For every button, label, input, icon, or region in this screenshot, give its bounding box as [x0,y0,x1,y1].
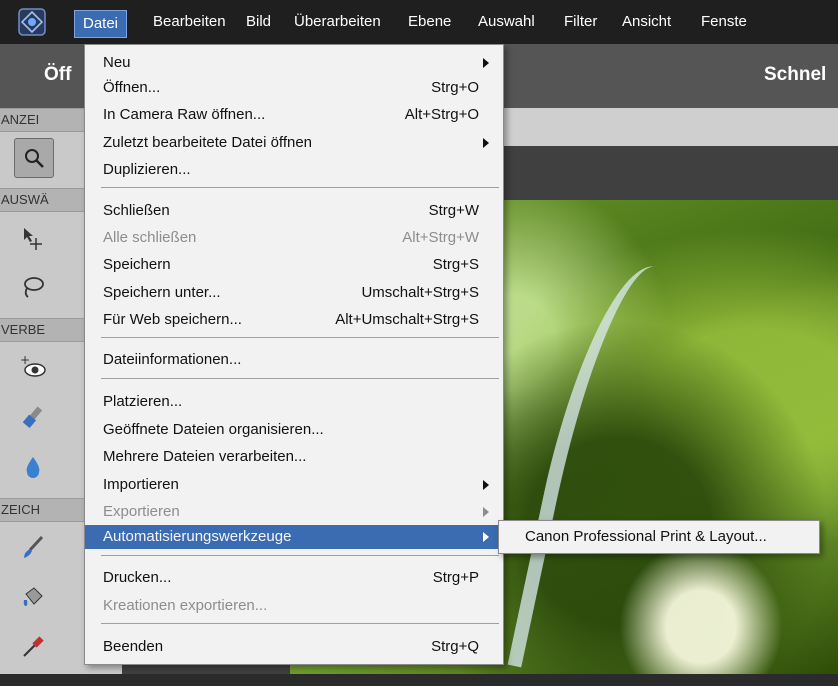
paintbrush-icon[interactable] [14,528,52,566]
menu-item-dateiinformationen[interactable]: Dateiinformationen... [85,348,503,372]
menu-item-alle-schliessen[interactable]: Alle schließen Alt+Strg+W [85,226,503,250]
menu-item-label: Schließen [103,202,170,219]
menu-item-shortcut: Alt+Strg+W [402,229,479,246]
menu-item-drucken[interactable]: Drucken... Strg+P [85,566,503,590]
menu-item-organisieren[interactable]: Geöffnete Dateien organisieren... [85,418,503,442]
menu-item-shortcut: Strg+Q [431,638,479,655]
menu-item-zuletzt[interactable]: Zuletzt bearbeitete Datei öffnen [85,131,503,155]
menu-item-fuer-web[interactable]: Für Web speichern... Alt+Umschalt+Strg+S [85,308,503,332]
menu-item-schliessen[interactable]: Schließen Strg+W [85,199,503,223]
automation-submenu: Canon Professional Print & Layout... [498,520,820,554]
menu-separator [101,623,499,624]
menu-item-label: Geöffnete Dateien organisieren... [103,421,324,438]
menu-item-label: Kreationen exportieren... [103,597,268,614]
menu-filter[interactable]: Filter [556,0,605,44]
menu-item-label: Speichern unter... [103,284,221,301]
menu-separator [101,187,499,188]
menu-item-label: Neu [103,54,131,71]
move-icon[interactable] [14,220,52,258]
menu-item-shortcut: Strg+S [432,256,479,273]
menu-item-shortcut: Strg+W [428,202,479,219]
app-logo-icon[interactable] [18,8,46,36]
submenu-arrow-icon [483,507,489,517]
menu-item-label: Duplizieren... [103,161,191,178]
drop-icon[interactable] [14,448,52,486]
menu-item-label: Importieren [103,476,179,493]
menu-item-platzieren[interactable]: Platzieren... [85,390,503,414]
submenu-arrow-icon [483,58,489,68]
menu-ebene[interactable]: Ebene [400,0,459,44]
open-button-label[interactable]: Öff [44,64,71,86]
menu-item-label: Exportieren [103,503,180,520]
menu-separator [101,337,499,338]
menu-item-oeffnen[interactable]: Öffnen... Strg+O [85,76,503,100]
menu-item-automatisierungswerkzeuge[interactable]: Automatisierungswerkzeuge [85,525,503,549]
menu-item-verarbeiten[interactable]: Mehrere Dateien verarbeiten... [85,445,503,469]
menubar: Datei Bearbeiten Bild Überarbeiten Ebene… [0,0,838,44]
menu-item-label: Dateiinformationen... [103,351,242,368]
menu-bild[interactable]: Bild [238,0,279,44]
menu-separator [101,555,499,556]
menu-datei[interactable]: Datei [74,10,128,38]
menu-bearbeiten[interactable]: Bearbeiten [145,0,234,44]
menu-item-duplizieren[interactable]: Duplizieren... [85,158,503,182]
menu-item-label: Zuletzt bearbeitete Datei öffnen [103,134,313,151]
menu-item-importieren[interactable]: Importieren [85,473,503,497]
file-menu-dropdown: Neu Öffnen... Strg+O In Camera Raw öffnen… [84,44,504,665]
menu-item-label: Mehrere Dateien verarbeiten... [103,448,307,465]
menu-item-label: Für Web speichern... [103,311,242,328]
menu-item-speichern-unter[interactable]: Speichern unter... Umschalt+Strg+S [85,281,503,305]
submenu-arrow-icon [483,480,489,490]
menu-item-label: In Camera Raw öffnen... [103,106,266,123]
menu-ansicht[interactable]: Ansicht [614,0,679,44]
menu-item-shortcut: Strg+P [432,569,479,586]
menu-item-speichern[interactable]: Speichern Strg+S [85,253,503,277]
red-eye-icon[interactable]: + [14,348,52,386]
menu-item-label: Speichern [103,256,171,273]
menu-item-label: Automatisierungswerkzeuge [103,528,292,545]
mode-tab-label[interactable]: Schnel [764,64,826,86]
menu-item-neu[interactable]: Neu [85,51,503,75]
menu-item-label: Drucken... [103,569,172,586]
menu-item-shortcut: Alt+Umschalt+Strg+S [335,311,479,328]
eyedropper-icon[interactable] [14,628,52,666]
menu-item-exportieren[interactable]: Exportieren [85,500,503,524]
menu-item-kreationen-exportieren[interactable]: Kreationen exportieren... [85,594,503,618]
menu-separator [101,378,499,379]
menu-item-label: Platzieren... [103,393,183,410]
submenu-arrow-icon [483,138,489,148]
menu-item-shortcut: Umschalt+Strg+S [361,284,479,301]
submenu-item-canon-print[interactable]: Canon Professional Print & Layout... [525,528,767,545]
paint-bucket-icon[interactable] [14,578,52,616]
menu-fenster[interactable]: Fenste [693,0,755,44]
menu-ueberarbeiten[interactable]: Überarbeiten [286,0,389,44]
menu-item-label: Alle schließen [103,229,197,246]
lasso-icon[interactable] [14,268,52,306]
menu-item-label: Öffnen... [103,79,161,96]
zoom-icon[interactable] [14,138,54,178]
menu-item-beenden[interactable]: Beenden Strg+Q [85,635,503,659]
menu-item-shortcut: Alt+Strg+O [404,106,479,123]
menu-item-shortcut: Strg+O [431,79,479,96]
menu-auswahl[interactable]: Auswahl [470,0,543,44]
brush-fix-icon[interactable] [14,398,52,436]
menu-item-camera-raw[interactable]: In Camera Raw öffnen... Alt+Strg+O [85,103,503,127]
menu-item-label: Beenden [103,638,164,655]
submenu-arrow-icon [483,532,489,542]
water-stream [507,253,697,686]
